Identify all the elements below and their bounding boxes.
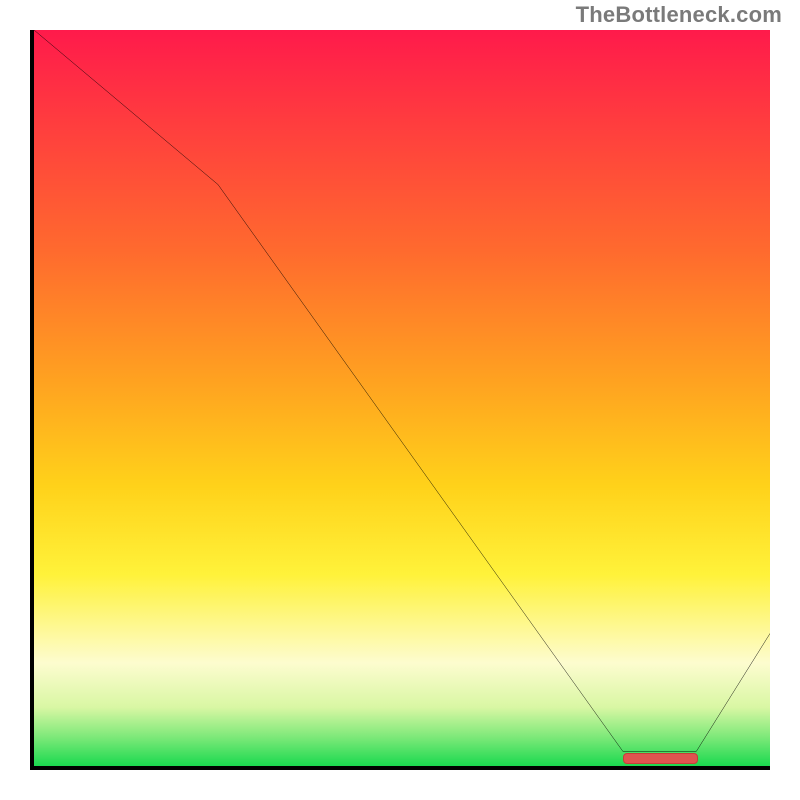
data-curve <box>34 30 770 766</box>
attribution-label: TheBottleneck.com <box>576 2 782 28</box>
plot-area <box>30 30 770 770</box>
optimal-range-marker <box>623 753 699 764</box>
chart-root: TheBottleneck.com <box>0 0 800 800</box>
